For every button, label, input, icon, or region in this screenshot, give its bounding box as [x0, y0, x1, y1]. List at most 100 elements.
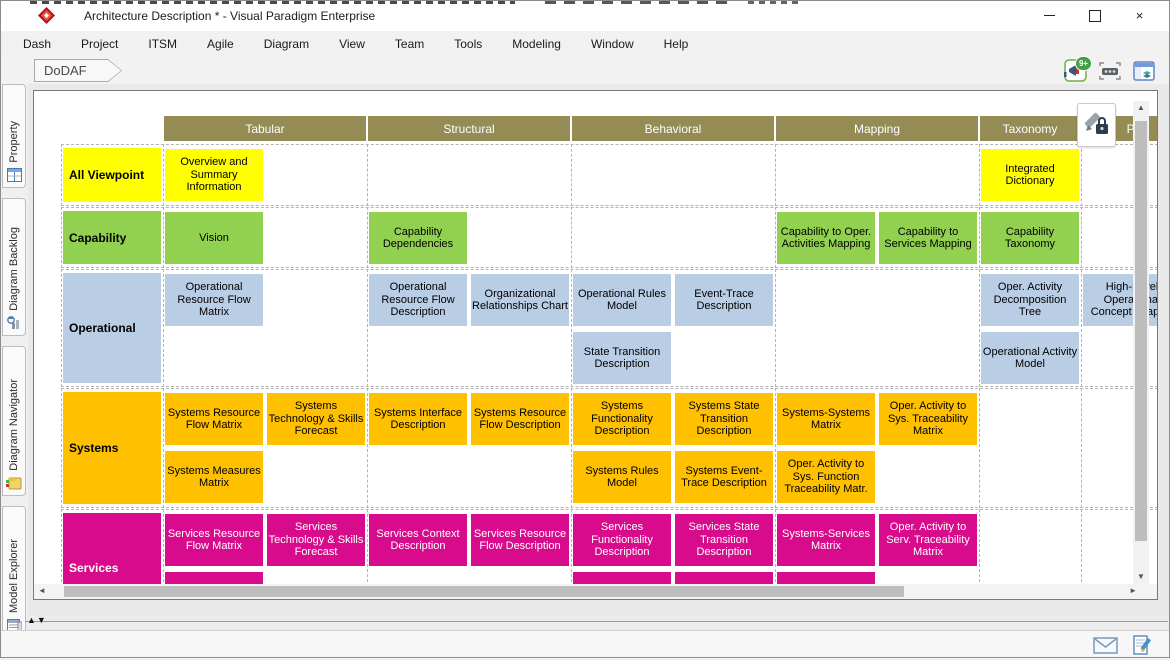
artifact-cell[interactable]: Oper. Activity to Sys. Traceability Matr…: [879, 393, 977, 445]
artifact-cell[interactable]: State Transition Description: [573, 332, 671, 384]
row-label-capability: Capability: [63, 211, 161, 264]
splitter-collapse-handle[interactable]: ▲▼: [27, 615, 47, 625]
artifact-cell[interactable]: Systems Resource Flow Matrix: [165, 393, 263, 445]
artifact-cell[interactable]: Organizational Relationships Chart: [471, 274, 569, 326]
artifact-cell[interactable]: Oper. Activity to Sys. Function Traceabi…: [777, 451, 875, 503]
artifact-cell[interactable]: Systems Measures Matrix: [165, 451, 263, 503]
close-icon: ×: [1136, 9, 1144, 22]
menu-agile[interactable]: Agile: [192, 31, 249, 57]
menu-modeling[interactable]: Modeling: [497, 31, 576, 57]
artifact-cell[interactable]: Services Context Description: [369, 514, 467, 566]
menu-window[interactable]: Window: [576, 31, 649, 57]
viewpoint-row-all: All Viewpoint Overview and Summary Infor…: [61, 144, 1158, 206]
menu-tools[interactable]: Tools: [439, 31, 497, 57]
artifact-cell[interactable]: Event-Trace Description: [675, 274, 773, 326]
scroll-right-icon[interactable]: ►: [1129, 587, 1137, 595]
artifact-cell[interactable]: Services Resource Flow Description: [471, 514, 569, 566]
menu-help[interactable]: Help: [649, 31, 704, 57]
sidebar-tab-diagram-navigator[interactable]: Diagram Navigator: [2, 346, 26, 496]
viewpoint-row-operational: Operational Operational Resource Flow Ma…: [61, 269, 1158, 387]
artifact-cell[interactable]: Capability Taxonomy: [981, 212, 1079, 264]
scroll-up-icon[interactable]: ▲: [1137, 104, 1145, 112]
notes-button[interactable]: [1132, 635, 1152, 660]
minimize-button[interactable]: [1027, 0, 1072, 31]
artifact-cell[interactable]: Systems Resource Flow Description: [471, 393, 569, 445]
screenshot-artifact-strip: [30, 0, 515, 4]
menu-team[interactable]: Team: [380, 31, 439, 57]
sidebar-tab-label: Diagram Backlog: [8, 227, 20, 311]
artifact-cell[interactable]: Systems Functionality Description: [573, 393, 671, 445]
horizontal-splitter[interactable]: [25, 621, 1168, 622]
vertical-scrollbar[interactable]: ▲ ▼: [1133, 101, 1149, 584]
horizontal-scroll-thumb[interactable]: [64, 586, 904, 597]
artifact-cell[interactable]: Systems Technology & Skills Forecast: [267, 393, 365, 445]
artifact-cell[interactable]: Systems Interface Description: [369, 393, 467, 445]
breadcrumb-tab-dodaf[interactable]: DoDAF: [34, 59, 122, 82]
scroll-left-icon[interactable]: ◄: [38, 587, 46, 595]
artifact-cell[interactable]: Systems-Services Matrix: [777, 514, 875, 566]
menu-itsm[interactable]: ITSM: [133, 31, 192, 57]
menu-view[interactable]: View: [324, 31, 380, 57]
window-title: Architecture Description * - Visual Para…: [84, 9, 375, 23]
close-button[interactable]: ×: [1117, 0, 1162, 31]
toolbar-selection-button[interactable]: [1097, 59, 1122, 83]
marquee-icon: [1098, 61, 1122, 81]
horizontal-scrollbar[interactable]: ◄ ►: [34, 584, 1157, 599]
title-bar: Architecture Description * - Visual Para…: [0, 0, 1170, 31]
announcements-button[interactable]: 9+: [1063, 59, 1088, 83]
sidebar-tab-property[interactable]: Property: [2, 84, 26, 188]
artifact-cell[interactable]: Oper. Activity Decomposition Tree: [981, 274, 1079, 326]
artifact-cell[interactable]: Overview and Summary Information: [165, 149, 263, 201]
artifact-cell[interactable]: Services Functionality Description: [573, 514, 671, 566]
maximize-icon: [1089, 10, 1101, 22]
artifact-cell[interactable]: Systems-Systems Matrix: [777, 393, 875, 445]
artifact-cell[interactable]: Operational Activity Model: [981, 332, 1079, 384]
menu-diagram[interactable]: Diagram: [249, 31, 324, 57]
artifact-cell[interactable]: Systems Event-Trace Description: [675, 451, 773, 503]
artifact-cell[interactable]: Oper. Activity to Serv. Traceability Mat…: [879, 514, 977, 566]
envelope-icon: [1093, 637, 1118, 654]
artifact-cell[interactable]: Capability to Services Mapping: [879, 212, 977, 264]
artifact-cell[interactable]: Vision: [165, 212, 263, 264]
maximize-button[interactable]: [1072, 0, 1117, 31]
screenshot-artifact-strip: [748, 0, 803, 4]
diagram-canvas[interactable]: Tabular Structural Behavioral Mapping Ta…: [33, 90, 1158, 600]
diagram-backlog-icon: [7, 316, 22, 330]
breadcrumb-label: DoDAF: [44, 63, 87, 78]
sidebar-tab-diagram-backlog[interactable]: Diagram Backlog: [2, 198, 26, 336]
artifact-cell[interactable]: Services Technology & Skills Forecast: [267, 514, 365, 566]
viewpoint-row-systems: Systems Systems Resource Flow Matrix Sys…: [61, 388, 1158, 508]
edit-lock-button[interactable]: [1077, 103, 1116, 147]
sidebar-tab-model-explorer[interactable]: Model Explorer: [2, 506, 26, 638]
panel-layout-icon: [1133, 60, 1155, 82]
artifact-cell[interactable]: Integrated Dictionary: [981, 149, 1079, 201]
scroll-down-icon[interactable]: ▼: [1137, 573, 1145, 581]
artifact-cell[interactable]: Services Resource Flow Matrix: [165, 514, 263, 566]
panel-layout-button[interactable]: [1131, 59, 1156, 83]
artifact-cell[interactable]: Capability Dependencies: [369, 212, 467, 264]
menu-dash[interactable]: Dash: [8, 31, 66, 57]
pencil-lock-icon: [1083, 110, 1111, 140]
vertical-scroll-thumb[interactable]: [1135, 121, 1147, 541]
diagram-navigator-icon: [6, 476, 22, 490]
artifact-cell[interactable]: Operational Rules Model: [573, 274, 671, 326]
artifact-cell[interactable]: Operational Resource Flow Matrix: [165, 274, 263, 326]
messages-button[interactable]: [1093, 637, 1118, 659]
row-label-systems: Systems: [63, 392, 161, 504]
artifact-cell[interactable]: Capability to Oper. Activities Mapping: [777, 212, 875, 264]
dodaf-matrix: Tabular Structural Behavioral Mapping Ta…: [61, 116, 1158, 600]
sidebar-tab-label: Diagram Navigator: [8, 379, 20, 471]
column-header-taxonomy: Taxonomy: [980, 116, 1080, 141]
artifact-cell[interactable]: Systems Rules Model: [573, 451, 671, 503]
column-header-tabular: Tabular: [164, 116, 366, 141]
artifact-cell[interactable]: Services State Transition Description: [675, 514, 773, 566]
column-header-mapping: Mapping: [776, 116, 978, 141]
minimize-icon: [1044, 15, 1055, 16]
artifact-cell[interactable]: Systems State Transition Description: [675, 393, 773, 445]
sidebar-tab-label: Model Explorer: [8, 539, 20, 613]
viewpoint-row-capability: Capability Vision Capability Dependencie…: [61, 207, 1158, 268]
left-sidebar: Property Diagram Backlog Diagram Navigat…: [0, 84, 28, 616]
menu-project[interactable]: Project: [66, 31, 133, 57]
artifact-cell[interactable]: Operational Resource Flow Description: [369, 274, 467, 326]
row-label-operational: Operational: [63, 273, 161, 383]
